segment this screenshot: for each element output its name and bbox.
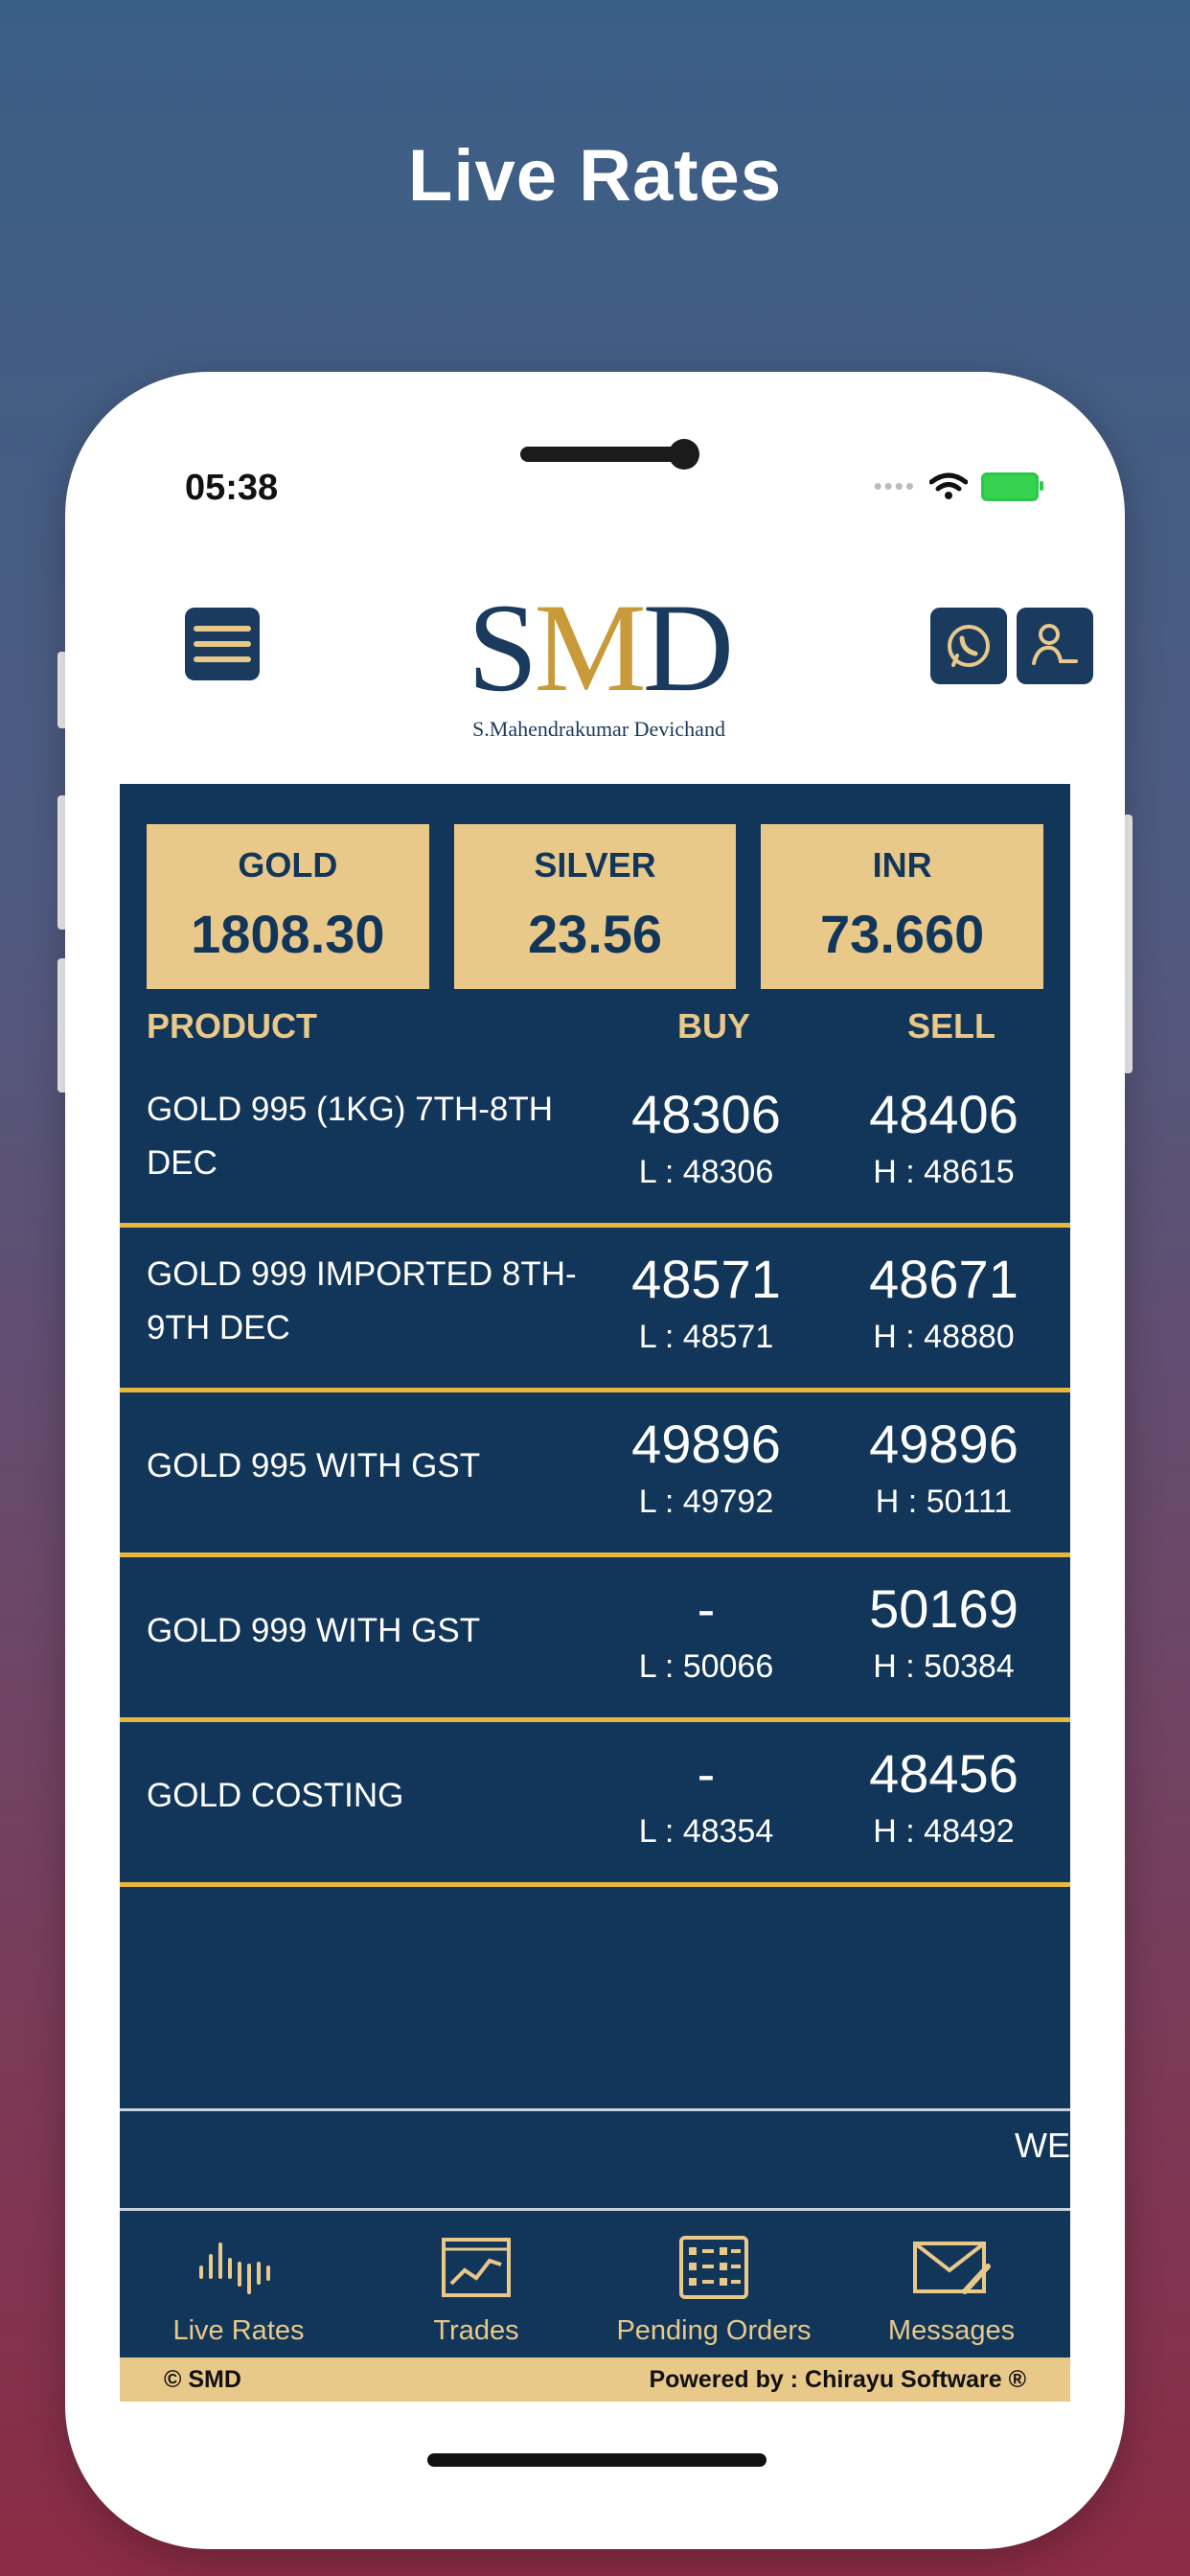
ticker-value: 1808.30 [191, 904, 385, 964]
divider [120, 2208, 1070, 2211]
buy-value: 48306 [631, 1084, 781, 1144]
ticker-silver: SILVER 23.56 [453, 824, 737, 989]
tab-pending-orders[interactable]: Pending Orders [595, 2221, 833, 2373]
low-value: L : 48306 [638, 1154, 774, 1190]
table-row[interactable]: GOLD 999 WITH GST - L : 50066 50169 H : … [120, 1556, 1070, 1722]
buy-price: 48306 L : 48306 [610, 1081, 802, 1191]
tab-label: Live Rates [172, 2315, 305, 2346]
product-name: GOLD 995 (1KG) 7TH-8TH DEC [147, 1091, 553, 1182]
low-value: L : 50066 [638, 1648, 774, 1685]
logo-letter-s: S [467, 577, 538, 718]
product-name: GOLD 999 IMPORTED 8TH-9TH DEC [147, 1255, 577, 1346]
header-buy: BUY [677, 1006, 751, 1046]
chart-icon [357, 2233, 595, 2302]
ticker-gold: GOLD 1808.30 [147, 824, 429, 989]
tab-label: Pending Orders [616, 2315, 812, 2346]
sell-value: 48671 [869, 1249, 1018, 1309]
hamburger-line [194, 641, 251, 647]
ticker-label: SILVER [534, 845, 656, 885]
logo-letter-d: D [642, 577, 734, 718]
ticker-value: 73.660 [820, 904, 985, 964]
bottom-tab-bar: Live Rates Trades Pending Orders Message… [120, 2221, 1070, 2373]
sell-price: 50169 H : 50384 [848, 1576, 1040, 1686]
hamburger-line [194, 656, 251, 662]
tab-label: Trades [433, 2315, 519, 2346]
ticker-label: INR [872, 845, 932, 885]
menu-button[interactable] [185, 608, 260, 680]
buy-value: - [697, 1578, 716, 1639]
tab-messages[interactable]: Messages [833, 2221, 1070, 2373]
sell-price: 48671 H : 48880 [848, 1246, 1040, 1356]
table-row[interactable]: GOLD COSTING - L : 48354 48456 H : 48492 [120, 1721, 1070, 1887]
hamburger-line [194, 626, 251, 632]
person-contact-icon [1032, 624, 1078, 665]
page-headline: Live Rates [407, 135, 783, 217]
logo-mark: SMD [436, 585, 762, 711]
low-value: L : 48571 [638, 1319, 774, 1355]
divider [120, 2108, 1070, 2111]
buy-price: - L : 50066 [610, 1576, 802, 1686]
whatsapp-button[interactable] [930, 608, 1007, 684]
table-row[interactable]: GOLD 995 WITH GST 49896 L : 49792 49896 … [120, 1392, 1070, 1557]
low-value: L : 48354 [638, 1813, 774, 1850]
buy-value: 48571 [631, 1249, 781, 1309]
sell-value: 50169 [869, 1578, 1018, 1639]
footer-bar: © SMD Powered by : Chirayu Software ® [120, 2358, 1070, 2402]
high-value: H : 48615 [873, 1154, 1015, 1190]
sell-price: 49896 H : 50111 [848, 1411, 1040, 1521]
app-screen: SMD S.Mahendrakumar Devichand GOLD 1808.… [120, 372, 1093, 2549]
ticker-inr: INR 73.660 [761, 824, 1044, 989]
contact-button[interactable] [1017, 608, 1093, 684]
sell-price: 48406 H : 48615 [848, 1081, 1040, 1191]
envelope-icon [833, 2233, 1070, 2302]
phone-frame: 05:38 •••• SMD S.Mahendrakumar Devichand [65, 372, 1125, 2549]
header-sell: SELL [907, 1006, 996, 1046]
sell-value: 49896 [869, 1414, 1018, 1474]
powered-by-text: Powered by : Chirayu Software ® [649, 2365, 1026, 2393]
news-marquee: WE [1015, 2126, 1070, 2165]
product-name: GOLD 999 WITH GST [147, 1612, 481, 1649]
whatsapp-icon [948, 625, 990, 667]
buy-price: 49896 L : 49792 [610, 1411, 802, 1521]
buy-value: 49896 [631, 1414, 781, 1474]
high-value: H : 50384 [873, 1648, 1015, 1685]
sell-price: 48456 H : 48492 [848, 1740, 1040, 1851]
buy-price: 48571 L : 48571 [610, 1246, 802, 1356]
high-value: H : 48492 [873, 1813, 1015, 1850]
tab-live-rates[interactable]: Live Rates [120, 2221, 357, 2373]
low-value: L : 49792 [638, 1484, 774, 1520]
logo-letter-m: M [534, 577, 646, 718]
rates-panel: GOLD 1808.30 SILVER 23.56 INR 73.660 PRO… [120, 784, 1070, 2384]
logo-subtitle: S.Mahendrakumar Devichand [472, 717, 725, 741]
tab-label: Messages [887, 2315, 1016, 2346]
ticker-label: GOLD [238, 845, 338, 885]
table-row[interactable]: GOLD 999 IMPORTED 8TH-9TH DEC 48571 L : … [120, 1227, 1070, 1392]
product-name: GOLD COSTING [147, 1777, 404, 1814]
product-name: GOLD 995 WITH GST [147, 1447, 481, 1484]
sell-value: 48406 [869, 1084, 1018, 1144]
buy-price: - L : 48354 [610, 1740, 802, 1851]
ticker-value: 23.56 [527, 904, 663, 964]
smd-logo: SMD S.Mahendrakumar Devichand [436, 585, 762, 742]
home-indicator[interactable] [427, 2453, 767, 2467]
tab-trades[interactable]: Trades [357, 2221, 595, 2373]
buy-value: - [697, 1743, 716, 1804]
sell-value: 48456 [869, 1743, 1018, 1804]
ticker-row: GOLD 1808.30 SILVER 23.56 INR 73.660 [147, 824, 1044, 989]
high-value: H : 50111 [875, 1484, 1013, 1520]
table-row[interactable]: GOLD 995 (1KG) 7TH-8TH DEC 48306 L : 483… [120, 1062, 1070, 1228]
list-icon [595, 2233, 833, 2302]
copyright-text: © SMD [164, 2365, 241, 2393]
high-value: H : 48880 [873, 1319, 1015, 1355]
signal-icon [120, 2233, 357, 2302]
header-product: PRODUCT [147, 1006, 317, 1046]
